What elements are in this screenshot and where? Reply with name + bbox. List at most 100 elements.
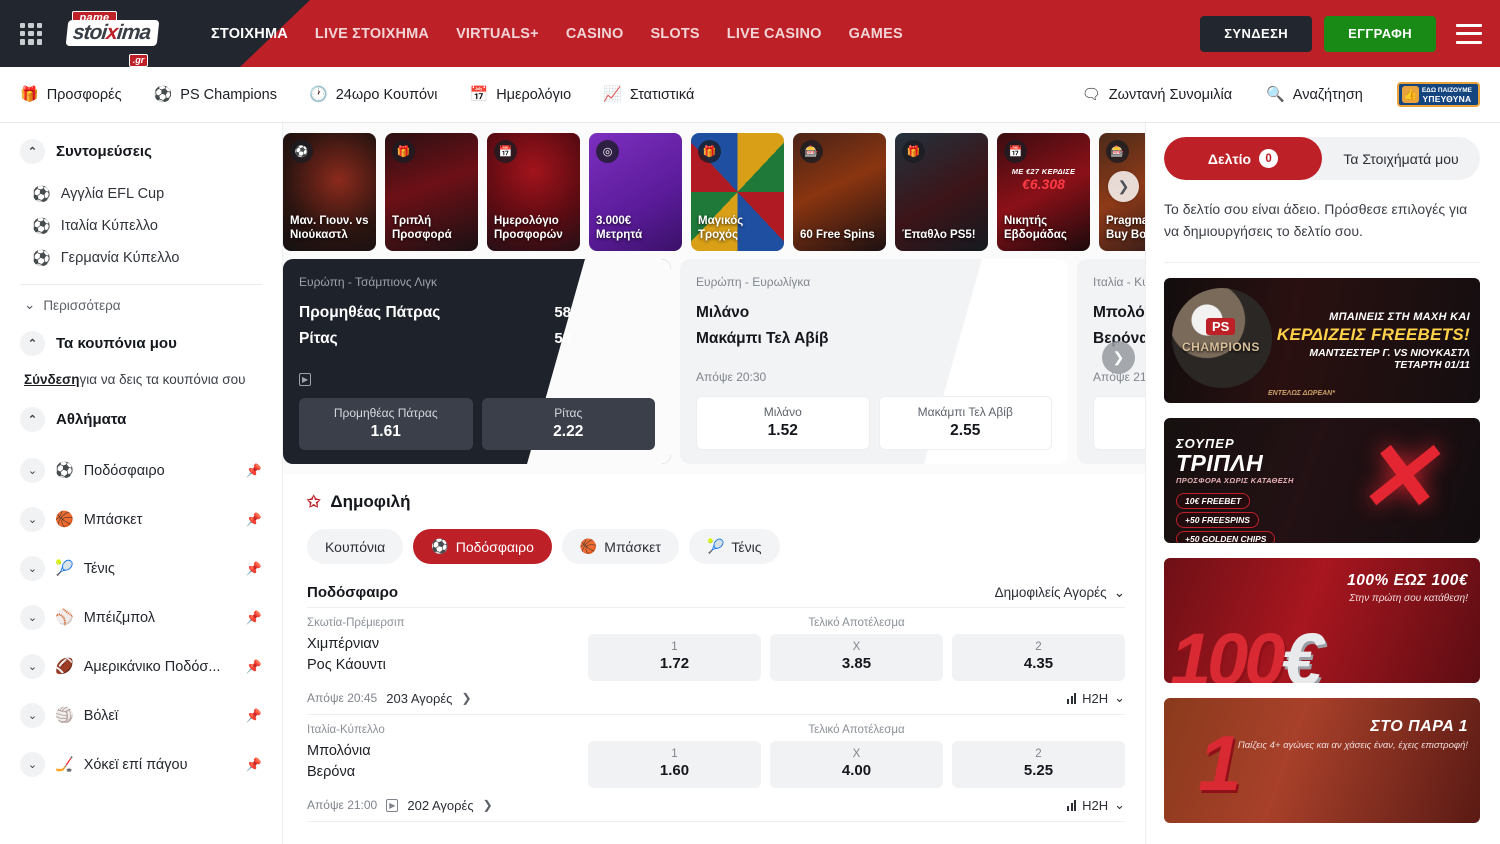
odd-button-2-0[interactable]: 1 1.60 <box>1093 396 1145 450</box>
sidebar-section-shortcuts[interactable]: ⌃ Συντομεύσεις <box>20 139 262 164</box>
sidebar-section-sports[interactable]: ⌃ Αθλήματα <box>20 407 262 432</box>
tab-basketball[interactable]: 🏀 Μπάσκετ <box>562 529 679 564</box>
chevron-right-icon[interactable]: ❯ <box>483 798 493 812</box>
promo-card-5[interactable]: 🎰 60 Free Spins <box>793 133 886 251</box>
hamburger-menu-icon[interactable] <box>1456 24 1482 44</box>
match-h2h-button-1[interactable]: H2H ⌄ <box>1067 797 1125 813</box>
login-button[interactable]: ΣΥΝΔΕΣΗ <box>1200 16 1312 52</box>
markets-selector[interactable]: Δημοφιλείς Αγορές ⌄ <box>995 585 1125 601</box>
banner-100-number: 100 <box>1170 618 1281 683</box>
subnav-item-calendar[interactable]: 📅 Ημερολόγιο <box>470 87 572 103</box>
match-markets-count-1[interactable]: 202 Αγορές <box>407 798 473 813</box>
banner-100-euro[interactable]: 100€ 100% ΕΩΣ 100€ Στην πρώτη σου κατάθε… <box>1164 558 1480 683</box>
match-odd-value-0-x: 3.85 <box>770 655 943 672</box>
banner-ps-champions[interactable]: PS CHAMPIONS ΜΠΑΙΝΕΙΣ ΣΤΗ ΜΑΧΗ ΚΑΙ ΚΕΡΔΙ… <box>1164 278 1480 403</box>
match-markets-count-0[interactable]: 203 Αγορές <box>386 691 452 706</box>
odd-button-0-0[interactable]: Προμηθέας Πάτρας 1.61 <box>299 398 473 450</box>
page-layout: ⌃ Συντομεύσεις ⚽ Αγγλία EFL Cup ⚽ Ιταλία… <box>0 123 1500 844</box>
promo-card-2[interactable]: 📅 Ημερολόγιο Προσφορών <box>487 133 580 251</box>
sidebar-shortcut-0[interactable]: ⚽ Αγγλία EFL Cup <box>20 178 262 210</box>
main-menu-item-6[interactable]: GAMES <box>849 26 903 42</box>
register-button[interactable]: ΕΓΓΡΑΦΗ <box>1324 16 1436 52</box>
promo-card-6[interactable]: 🎁 Έπαθλο PS5! <box>895 133 988 251</box>
subnav-item-offers[interactable]: 🎁 Προσφορές <box>20 87 122 103</box>
sidebar-item-basketball[interactable]: ⌄ 🏀 Μπάσκετ 📌 <box>20 495 262 544</box>
pin-icon[interactable]: 📌 <box>246 512 262 528</box>
volleyball-icon: 🏐 <box>55 708 74 723</box>
promo-card-0[interactable]: ⚽ Μαν. Γιουν. vs Νιούκαστλ <box>283 133 376 251</box>
pin-icon[interactable]: 📌 <box>246 757 262 773</box>
odd-button-1-1[interactable]: Μακάμπι Τελ Αβίβ 2.55 <box>879 396 1053 450</box>
event-away-team-1: Μακάμπι Τελ Αβίβ <box>696 326 829 352</box>
banner-sto-para-1[interactable]: 1 ΣΤΟ ΠΑΡΑ 1 Παίζεις 4+ αγώνες και αν χά… <box>1164 698 1480 823</box>
pin-icon[interactable]: 📌 <box>246 561 262 577</box>
american-football-icon: 🏈 <box>55 659 74 674</box>
match-h2h-button-0[interactable]: H2H ⌄ <box>1067 690 1125 706</box>
pin-icon[interactable]: 📌 <box>246 659 262 675</box>
sidebar-section-my-coupons[interactable]: ⌃ Τα κουπόνια μου <box>20 331 262 356</box>
main-menu-item-0[interactable]: ΣΤΟΙΧΗΜΑ <box>211 26 288 42</box>
sidebar-item-football[interactable]: ⌄ ⚽ Ποδόσφαιρο 📌 <box>20 446 262 495</box>
apps-grid-icon[interactable] <box>20 23 42 45</box>
featured-event-card-1[interactable]: Ευρώπη - Ευρωλίγκα Μιλάνο Μακάμπι Τελ Αβ… <box>680 259 1068 464</box>
subnav-item-statistics[interactable]: 📈 Στατιστικά <box>603 87 694 103</box>
tab-coupons-label: Κουπόνια <box>325 539 385 555</box>
chevron-right-icon[interactable]: ❯ <box>461 691 471 705</box>
subnav-label-offers: Προσφορές <box>47 87 122 103</box>
promo-card-7[interactable]: 📅 ΜΕ €27 ΚΕΡΔΙΣΕ €6.308 Νικητής Εβδομάδα… <box>997 133 1090 251</box>
sidebar-more-button[interactable]: ⌄ Περισσότερα <box>20 293 262 317</box>
site-logo[interactable]: pame stoixima .gr <box>60 11 165 57</box>
main-menu-item-5[interactable]: LIVE CASINO <box>727 26 822 42</box>
tab-tennis[interactable]: 🎾 Τένις <box>689 529 780 564</box>
match-odd-1-1[interactable]: 1 1.60 <box>588 741 761 788</box>
main-menu-item-4[interactable]: SLOTS <box>650 26 699 42</box>
odd-button-0-1[interactable]: Ρίτας 2.22 <box>482 398 656 450</box>
match-odd-0-x[interactable]: X 3.85 <box>770 634 943 681</box>
tab-betslip[interactable]: Δελτίο 0 <box>1164 137 1322 180</box>
promo-label-1: Τριπλή Προσφορά <box>385 214 478 251</box>
promo-card-4[interactable]: 🎁 Μαγικός Τροχός <box>691 133 784 251</box>
match-time-1: Απόψε 21:00 <box>307 798 377 812</box>
sidebar-item-american-football[interactable]: ⌄ 🏈 Αμερικάνικο Ποδόσ... 📌 <box>20 642 262 691</box>
banner-100-text: 100% ΕΩΣ 100€ Στην πρώτη σου κατάθεση! <box>1347 572 1468 604</box>
main-menu-item-2[interactable]: VIRTUALS+ <box>456 26 539 42</box>
promo-card-1[interactable]: 🎁 Τριπλή Προσφορά <box>385 133 478 251</box>
main-menu-item-3[interactable]: CASINO <box>566 26 624 42</box>
tab-coupons[interactable]: Κουπόνια <box>307 529 403 564</box>
promo-carousel-next-button[interactable]: ❯ <box>1108 171 1139 202</box>
sidebar-login-link[interactable]: Σύνδεση <box>24 372 80 387</box>
match-odd-1-x[interactable]: X 4.00 <box>770 741 943 788</box>
event-league-2: Ιταλία - Κύπελλο <box>1093 275 1145 289</box>
main-menu-item-1[interactable]: LIVE ΣΤΟΙΧΗΜΑ <box>315 26 429 42</box>
tab-football[interactable]: ⚽ Ποδόσφαιρο <box>413 529 552 564</box>
promo-card-3[interactable]: ◎ 3.000€ Μετρητά <box>589 133 682 251</box>
sidebar-item-volleyball[interactable]: ⌄ 🏐 Βόλεϊ 📌 <box>20 691 262 740</box>
match-odd-0-1[interactable]: 1 1.72 <box>588 634 761 681</box>
match-league-1: Ιταλία-Κύπελλο <box>307 724 578 736</box>
sidebar-item-ice-hockey[interactable]: ⌄ 🏒 Χόκεϊ επί πάγου 📌 <box>20 740 262 789</box>
pin-icon[interactable]: 📌 <box>246 708 262 724</box>
subnav-item-24h-coupon[interactable]: 🕐 24ωρο Κουπόνι <box>309 87 438 103</box>
match-info-1[interactable]: Ιταλία-Κύπελλο Μπολόνια Βερόνα <box>307 724 588 788</box>
responsible-gaming-badge[interactable]: 👍 ΕΔΩ ΠΑΙΖΟΥΜΕ ΥΠΕΥΘΥΝΑ <box>1397 82 1480 107</box>
tab-my-bets[interactable]: Τα Στοιχήματά μου <box>1322 137 1480 180</box>
pin-icon[interactable]: 📌 <box>246 610 262 626</box>
featured-carousel-next-button[interactable]: ❯ <box>1102 341 1135 374</box>
match-info-0[interactable]: Σκωτία-Πρέμιερσιπ Χιμπέρνιαν Ρος Κάουντι <box>307 617 588 681</box>
featured-event-card-0[interactable]: Ευρώπη - Τσάμπιονς Λιγκ Προμηθέας Πάτρας… <box>283 259 671 464</box>
match-odd-0-2[interactable]: 2 4.35 <box>952 634 1125 681</box>
sidebar-item-tennis[interactable]: ⌄ 🎾 Τένις 📌 <box>20 544 262 593</box>
tv-stream-icon: ▶ <box>386 799 398 812</box>
sidebar-shortcut-1[interactable]: ⚽ Ιταλία Κύπελλο <box>20 210 262 242</box>
event-home-team-1: Μιλάνο <box>696 300 749 326</box>
banner-super-tripli[interactable]: ✕ ΣΟΥΠΕΡ ΤΡΙΠΛΗ ΠΡΟΣΦΟΡΑ ΧΩΡΙΣ ΚΑΤΑΘΕΣΗ … <box>1164 418 1480 543</box>
pin-icon[interactable]: 📌 <box>246 463 262 479</box>
subnav-item-ps-champions[interactable]: ⚽ PS Champions <box>154 87 277 103</box>
match-top-0: Σκωτία-Πρέμιερσιπ Χιμπέρνιαν Ρος Κάουντι… <box>307 617 1125 681</box>
sidebar-item-baseball[interactable]: ⌄ ⚾ Μπέιζμπολ 📌 <box>20 593 262 642</box>
search-button[interactable]: 🔍 Αναζήτηση <box>1266 87 1363 103</box>
sidebar-shortcut-2[interactable]: ⚽ Γερμανία Κύπελλο <box>20 242 262 274</box>
match-odd-1-2[interactable]: 2 5.25 <box>952 741 1125 788</box>
live-chat-button[interactable]: 🗨 Ζωντανή Συνομιλία <box>1082 87 1232 103</box>
odd-button-1-0[interactable]: Μιλάνο 1.52 <box>696 396 870 450</box>
